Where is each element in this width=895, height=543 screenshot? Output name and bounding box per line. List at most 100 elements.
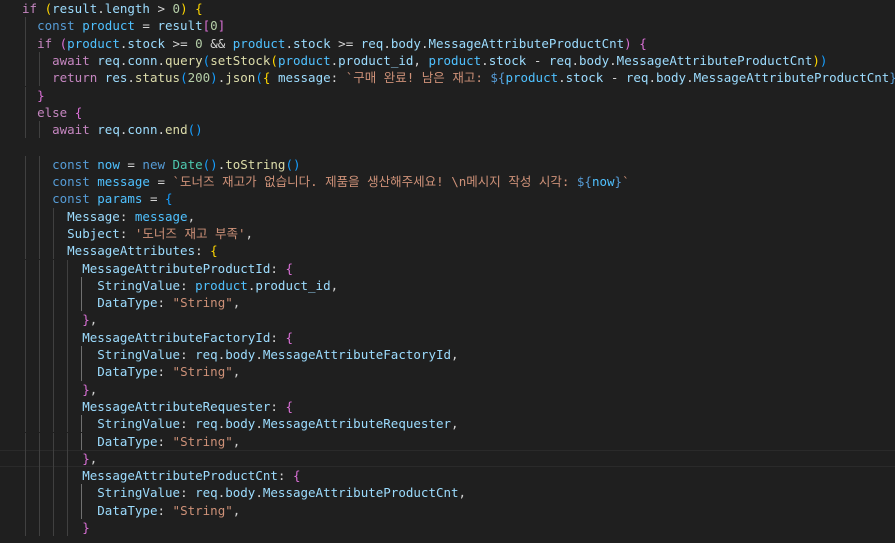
code-token: , xyxy=(232,364,241,380)
code-token: MessageAttributeProductCnt xyxy=(428,35,625,51)
code-token: DataType xyxy=(97,364,158,380)
code-token: product xyxy=(505,70,559,86)
code-token: stock xyxy=(565,70,604,86)
code-token: : xyxy=(180,347,196,362)
code-token: { xyxy=(210,243,218,259)
code-token: StringValue xyxy=(97,277,181,293)
code-line[interactable] xyxy=(0,138,895,155)
code-line[interactable]: Message: message, xyxy=(0,207,895,225)
code-token: MessageAttributeFactoryId xyxy=(262,347,452,362)
code-text: } xyxy=(22,87,45,104)
code-token: } xyxy=(889,70,895,85)
code-token: Subject xyxy=(67,225,120,241)
code-line[interactable]: MessageAttributeProductCnt: { xyxy=(0,467,895,485)
code-line[interactable]: DataType: "String", xyxy=(0,294,895,312)
code-text: }, xyxy=(22,311,97,328)
code-token: `도너즈 재고가 없습니다. 제품을 생산해주세요! \n메시지 작성 시각: xyxy=(172,174,577,189)
code-token: body xyxy=(225,347,256,362)
code-line[interactable]: StringValue: req.body.MessageAttributeRe… xyxy=(0,415,895,433)
code-token: ` xyxy=(622,174,630,189)
code-token: . xyxy=(558,70,566,86)
code-token: , xyxy=(330,277,339,293)
code-line[interactable]: DataType: "String", xyxy=(0,501,895,519)
code-line[interactable]: DataType: "String", xyxy=(0,432,895,450)
code-token: , xyxy=(187,208,196,224)
code-line[interactable]: DataType: "String", xyxy=(0,363,895,381)
code-token: ) xyxy=(624,35,632,51)
code-line[interactable]: }, xyxy=(0,311,895,329)
code-line[interactable]: if (result.length > 0) { xyxy=(0,0,895,17)
code-line[interactable]: else { xyxy=(0,103,895,122)
code-token: stock xyxy=(127,35,166,51)
code-token: } xyxy=(614,174,623,189)
code-line[interactable]: if (product.stock >= 0 && product.stock … xyxy=(0,34,895,52)
code-line[interactable]: StringValue: req.body.MessageAttributePr… xyxy=(0,484,895,502)
code-line[interactable]: const message = `도너즈 재고가 없습니다. 제품을 생산해주세… xyxy=(0,173,895,191)
code-token: . xyxy=(97,1,105,16)
code-token: const xyxy=(52,174,98,189)
code-token: . xyxy=(420,35,429,51)
code-token: . xyxy=(255,347,263,362)
code-token: body xyxy=(390,35,421,51)
code-token: return xyxy=(52,70,105,86)
code-text: DataType: "String", xyxy=(22,294,240,311)
code-line[interactable]: const params = { xyxy=(0,190,895,208)
code-token: "String" xyxy=(172,433,233,449)
code-token: product xyxy=(277,52,331,68)
code-token: product xyxy=(67,35,120,51)
code-line[interactable]: } xyxy=(0,519,895,537)
code-token: message xyxy=(134,208,188,224)
code-line[interactable]: MessageAttributeProductId: { xyxy=(0,259,895,277)
code-token: conn xyxy=(127,122,158,138)
code-token: , xyxy=(232,295,241,311)
code-text: const message = `도너즈 재고가 없습니다. 제품을 생산해주세… xyxy=(22,173,630,190)
code-token: params xyxy=(97,191,143,207)
code-token: } xyxy=(82,450,90,466)
code-line[interactable]: }, xyxy=(0,449,895,468)
code-token: now xyxy=(97,156,120,172)
code-line[interactable]: MessageAttributes: { xyxy=(0,242,895,260)
code-token: , xyxy=(245,225,254,241)
code-token: await xyxy=(52,52,98,68)
code-token: MessageAttributeProductCnt xyxy=(82,468,278,484)
code-token: body xyxy=(225,416,256,432)
code-token: '도너즈 재고 부족' xyxy=(134,225,246,241)
code-token: product xyxy=(195,277,248,293)
code-token: { xyxy=(195,1,203,16)
code-line[interactable]: await req.conn.end() xyxy=(0,121,895,139)
code-token: , xyxy=(232,502,241,518)
code-line[interactable]: return res.status(200).json({ message: `… xyxy=(0,69,895,87)
code-text: StringValue: req.body.MessageAttributeRe… xyxy=(22,415,459,432)
code-token: . xyxy=(609,52,617,68)
code-token: : xyxy=(119,208,135,224)
code-text: DataType: "String", xyxy=(22,363,240,380)
code-token: const xyxy=(37,18,83,34)
code-line[interactable]: StringValue: req.body.MessageAttributeFa… xyxy=(0,346,895,364)
code-editor[interactable]: if (result.length > 0) { const product =… xyxy=(0,0,895,543)
code-line[interactable]: await req.conn.query(setStock(product.pr… xyxy=(0,51,895,70)
code-token: new xyxy=(142,156,173,172)
code-line[interactable]: StringValue: product.product_id, xyxy=(0,276,895,295)
code-token: >= xyxy=(165,35,196,51)
code-line[interactable]: } xyxy=(0,86,895,104)
code-line[interactable]: Subject: '도너즈 재고 부족', xyxy=(0,224,895,243)
code-text: await req.conn.end() xyxy=(22,121,203,138)
code-token: StringValue xyxy=(97,347,181,362)
code-line[interactable]: MessageAttributeRequester: { xyxy=(0,397,895,416)
code-line[interactable]: const product = result[0] xyxy=(0,17,895,35)
code-text: DataType: "String", xyxy=(22,502,240,519)
code-line[interactable]: MessageAttributeFactoryId: { xyxy=(0,328,895,346)
code-token: . xyxy=(648,70,656,86)
code-token: product_id xyxy=(255,277,331,293)
code-token: - xyxy=(526,52,549,68)
code-line[interactable]: }, xyxy=(0,380,895,398)
code-token: MessageAttributes xyxy=(67,243,196,259)
code-line[interactable]: const now = new Date().toString() xyxy=(0,155,895,173)
code-token: , xyxy=(451,416,459,432)
code-token: product xyxy=(428,52,482,68)
code-token: body xyxy=(225,485,256,501)
